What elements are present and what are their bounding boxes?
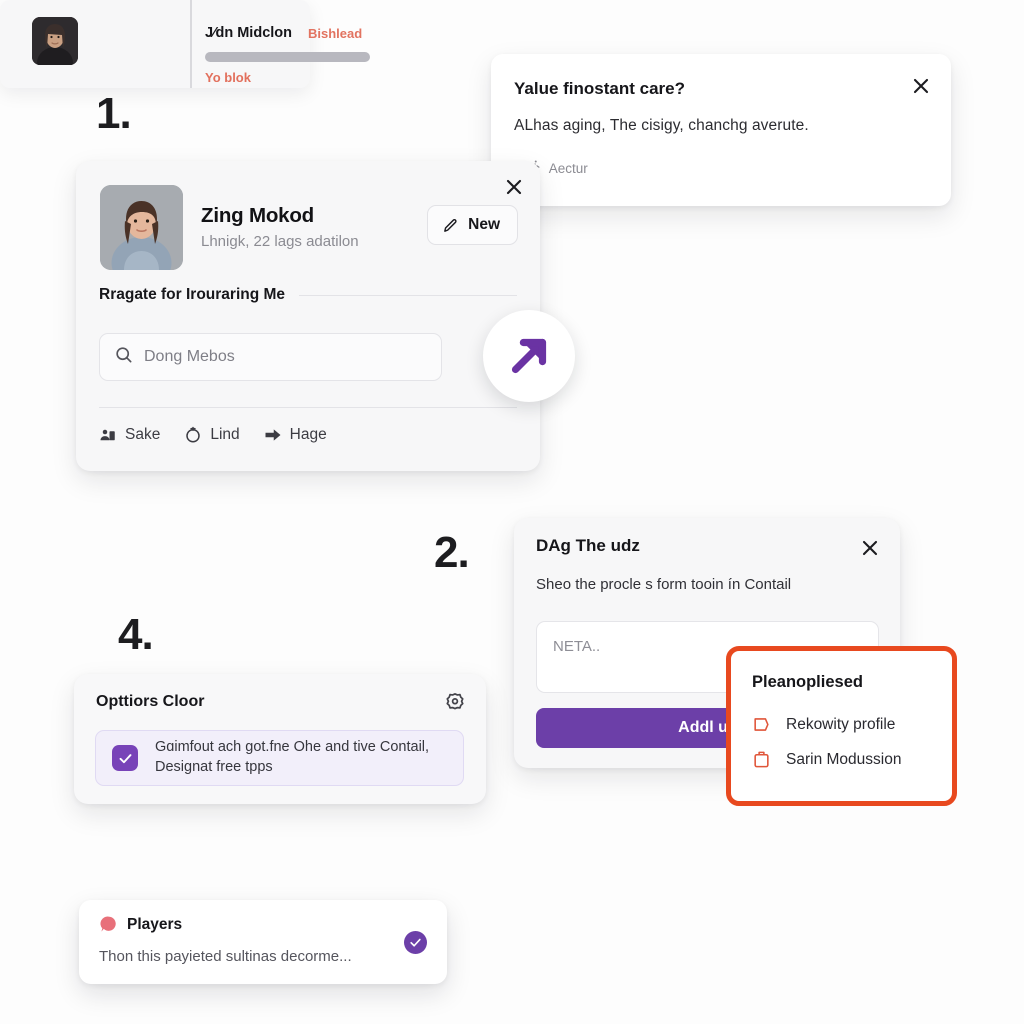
people-icon <box>99 426 117 444</box>
toast-title: Players <box>127 915 183 933</box>
list-item-footer: Yo blok <box>205 70 251 85</box>
close-icon[interactable] <box>909 74 933 98</box>
profile-footer-actions: Sake Lind Hage <box>99 426 327 444</box>
search-icon <box>114 345 133 369</box>
tag-icon <box>752 715 771 734</box>
new-button-label: New <box>468 216 500 233</box>
list-card-divider <box>190 0 192 88</box>
highlighted-popup: Pleanopliesed Rekowity profile Sarin Mod… <box>726 646 957 806</box>
new-button[interactable]: New <box>427 205 518 245</box>
popup-title: Pleanopliesed <box>752 673 863 691</box>
footer-action-hage[interactable]: Hage <box>264 426 327 444</box>
list-item-name: J⁄dn Midclon <box>205 25 292 41</box>
profile-card: Zing Mokod Lhnigk, 22 lags adatilon New … <box>76 161 540 471</box>
option-text: Gɑimfout ach got.fne Ohe and tive Contai… <box>155 738 429 777</box>
footer-action-sake[interactable]: Sake <box>99 426 160 444</box>
footer-action-label: Hage <box>289 426 327 443</box>
popup-menu: Rekowity profile Sarin Modussion <box>752 715 901 769</box>
close-icon[interactable] <box>858 536 882 560</box>
clipboard-icon <box>752 750 771 769</box>
search-input-value: Dong Mebos <box>144 348 235 365</box>
section-divider <box>299 294 517 296</box>
avatar <box>100 185 183 270</box>
profile-name: Zing Mokod <box>201 204 315 227</box>
footer-action-lind[interactable]: Lind <box>184 426 240 444</box>
form-subtitle: Sheo the procle s form tooin ín Contail <box>536 576 792 593</box>
screenshot-canvas: 1. 2. 4. Yalue finostant care? ALhas agi… <box>0 0 1024 1024</box>
alert-dot-icon <box>99 915 118 934</box>
option-checkbox-row[interactable]: Gɑimfout ach got.fne Ohe and tive Contai… <box>95 730 464 786</box>
options-card: Opttiors Cloor Gɑimfout ach got.fne Ohe … <box>74 674 486 804</box>
circle-arrow-icon <box>184 426 202 444</box>
menu-item-rekowity-profile[interactable]: Rekowity profile <box>752 715 901 734</box>
message-placeholder: NETA.. <box>553 638 601 655</box>
toast-header: Players <box>99 915 182 934</box>
footer-action-label: Sake <box>125 426 161 443</box>
avatar <box>32 17 78 65</box>
profile-subtitle: Lhnigk, 22 lags adatilon <box>201 233 359 250</box>
arrow-up-right-icon[interactable] <box>483 310 575 402</box>
gear-icon[interactable] <box>444 691 466 713</box>
close-icon[interactable] <box>502 175 526 199</box>
progress-bar <box>205 52 370 62</box>
footer-divider <box>99 407 517 408</box>
pencil-icon <box>442 217 459 234</box>
banner-footer-label: Aectur <box>548 160 588 176</box>
section-header: Rragate for Irouraring Me <box>99 286 517 304</box>
option-text-line1: Gɑimfout ach got.fne Ohe and tive Contai… <box>155 739 430 756</box>
step-number-2: 2. <box>434 528 470 577</box>
banner-title: Yalue finostant care? <box>514 79 685 98</box>
arrow-right-icon <box>264 426 282 444</box>
step-number-1: 1. <box>96 89 132 138</box>
check-icon <box>118 751 133 766</box>
footer-action-label: Lind <box>210 426 240 443</box>
search-input[interactable]: Dong Mebos <box>99 333 442 381</box>
toast-body: Thon this payieted sultinas decorme... <box>99 948 352 965</box>
option-text-line2: Designat free tpps <box>155 759 273 775</box>
checkbox-checked[interactable] <box>112 745 138 771</box>
step-number-4: 4. <box>118 610 154 659</box>
check-circle-icon[interactable] <box>404 931 427 954</box>
list-card: J⁄dn Midclon Bishlead Yo blok <box>0 0 370 88</box>
options-title: Opttiors Cloor <box>96 693 205 710</box>
banner-card: Yalue finostant care? ALhas aging, The c… <box>491 54 951 206</box>
form-title: DAg The udz <box>536 536 640 555</box>
menu-item-label: Rekowity profile <box>786 715 896 733</box>
banner-body: ALhas aging, The cisigy, chanchg averute… <box>514 117 809 134</box>
section-title: Rragate for Irouraring Me <box>99 286 286 303</box>
menu-item-label: Sarin Modussion <box>786 750 902 768</box>
toast-notification: Players Thon this payieted sultinas deco… <box>79 900 447 984</box>
status-badge: Bishlead <box>308 26 363 41</box>
menu-item-sarin-modussion[interactable]: Sarin Modussion <box>752 750 901 769</box>
